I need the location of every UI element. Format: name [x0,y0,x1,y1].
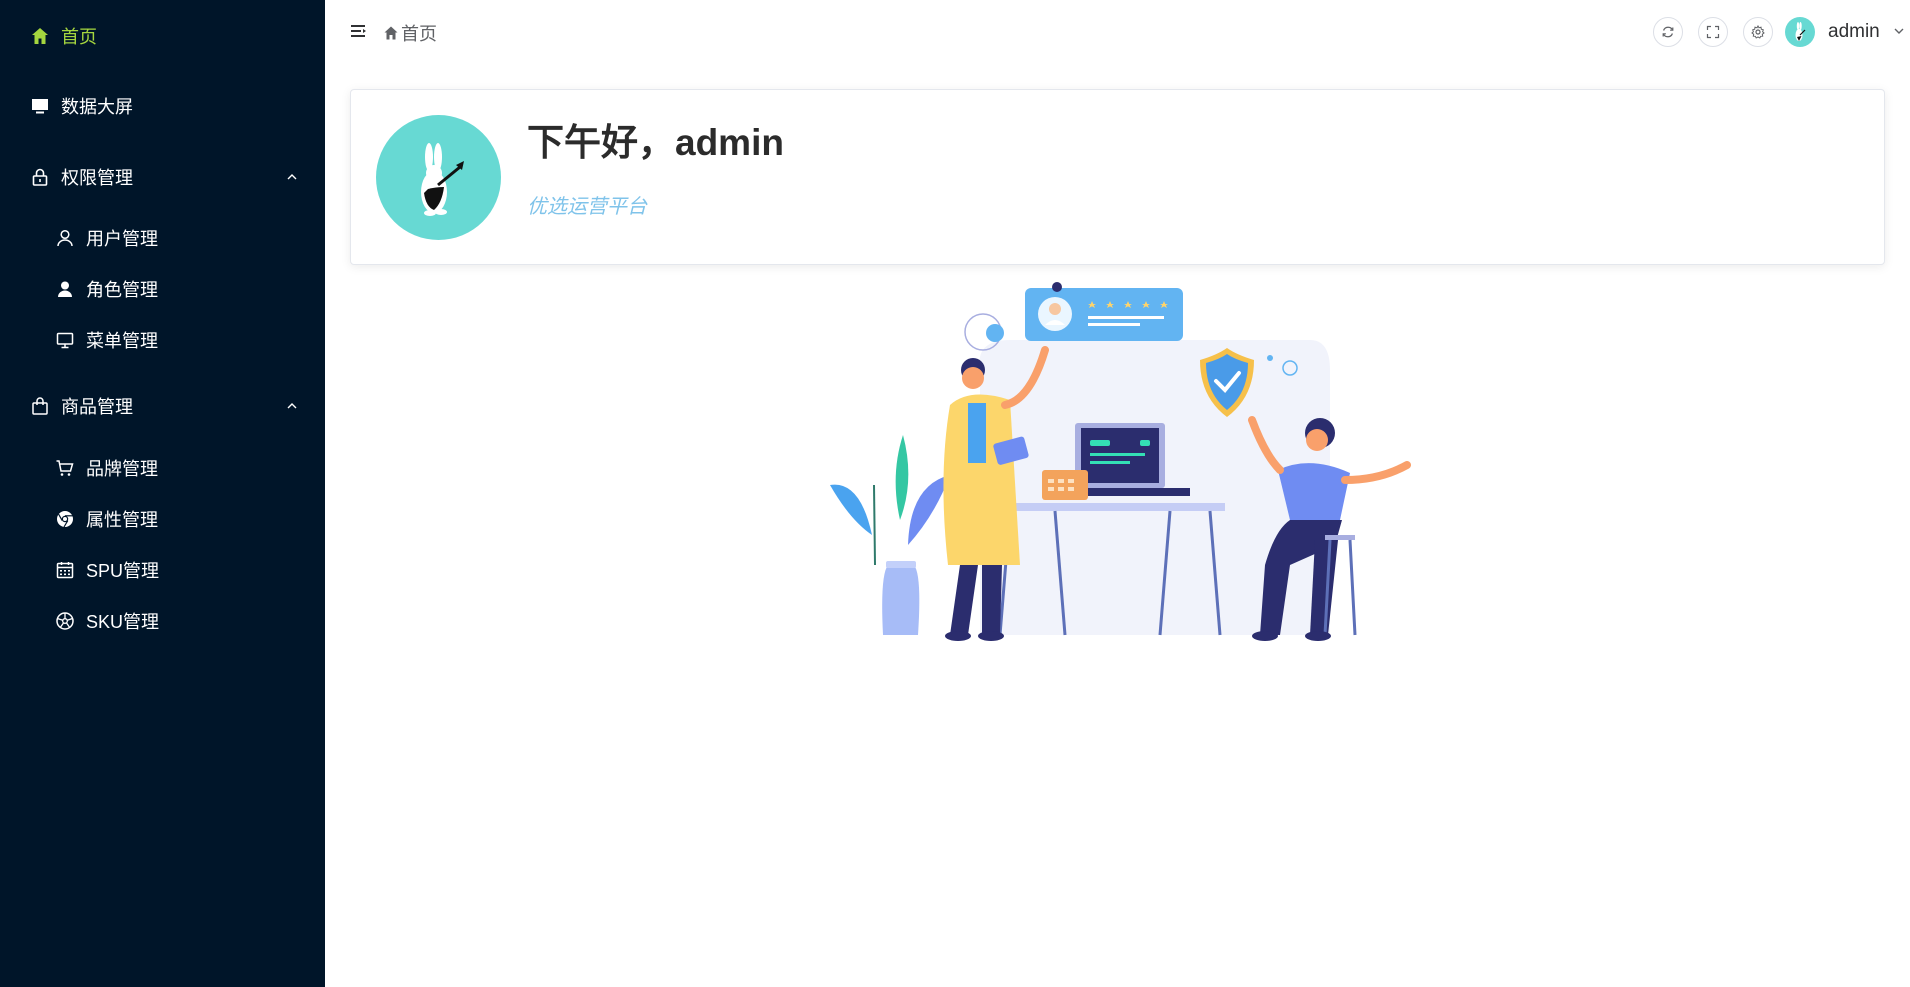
username-label[interactable]: admin [1828,21,1880,43]
user-filled-icon [55,279,75,299]
rabbit-logo-icon [421,143,464,216]
sidebar-group-product[interactable]: 商品管理 [0,375,325,437]
breadcrumb: 首页 [383,20,437,46]
sidebar-item-label: 用户管理 [86,229,158,249]
sidebar-item-dashboard[interactable]: 数据大屏 [0,75,325,137]
teamwork-illustration [830,282,1411,641]
sidebar-item-label: 属性管理 [86,510,158,530]
monitor-outline-icon [55,330,75,350]
rabbit-logo-icon [1795,22,1806,41]
welcome-card: 下午好，admin 优选运营平台 [350,89,1885,265]
sidebar-item-label: 品牌管理 [86,459,158,479]
sidebar-item-label: 首页 [61,27,97,47]
chrome-icon [55,509,75,529]
top-header: 首页 admin [325,0,1910,64]
settings-button[interactable] [1743,17,1773,47]
chevron-up-icon [287,403,297,409]
avatar[interactable] [1785,17,1815,47]
refresh-button[interactable] [1653,17,1683,47]
calendar-icon [55,560,75,580]
sidebar-item-sku[interactable]: SKU管理 [0,590,325,652]
sidebar-group-acl[interactable]: 权限管理 [0,146,325,208]
fullscreen-icon [1706,25,1720,39]
sidebar-item-label: 菜单管理 [86,331,158,351]
monitor-icon [30,96,50,116]
sidebar-item-menus[interactable]: 菜单管理 [0,309,325,371]
avatar [376,115,501,240]
lock-icon [30,167,50,187]
user-icon [55,228,75,248]
shopping-bag-icon [30,396,50,416]
gear-icon [1751,25,1765,39]
fullscreen-button[interactable] [1698,17,1728,47]
home-icon [384,26,398,40]
sidebar-item-label: SKU管理 [86,612,160,632]
breadcrumb-item[interactable]: 首页 [401,20,437,46]
refresh-icon [1662,26,1674,38]
sidebar-item-label: 数据大屏 [61,97,133,117]
sidebar-group-label: 权限管理 [61,168,133,188]
chevron-down-icon[interactable] [1892,24,1906,38]
sidebar-item-label: 角色管理 [86,280,158,300]
home-icon [30,26,50,46]
sidebar-item-home[interactable]: 首页 [0,5,325,67]
sidebar-group-label: 商品管理 [61,397,133,417]
shopping-cart-icon [55,458,75,478]
sidebar: 首页 数据大屏 权限管理 用户管理 角色管理 菜单管理 商品管理 品牌管理 属性… [0,0,325,987]
chevron-up-icon [287,174,297,180]
aperture-icon [55,611,75,631]
greeting-title: 下午好，admin [527,122,784,163]
menu-fold-icon[interactable] [350,22,368,40]
sidebar-item-label: SPU管理 [86,561,160,581]
platform-subtitle: 优选运营平台 [527,196,647,218]
